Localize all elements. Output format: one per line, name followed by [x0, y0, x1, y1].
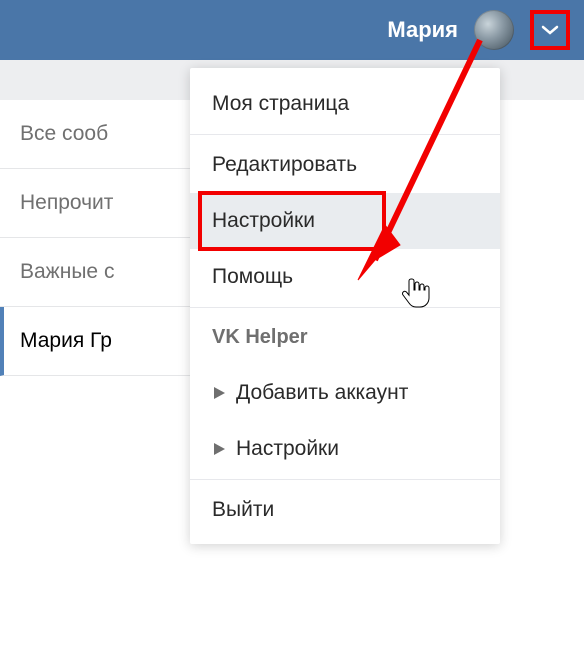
header-username: Мария	[387, 17, 458, 43]
menu-label: Добавить аккаунт	[236, 381, 408, 405]
menu-logout[interactable]: Выйти	[190, 482, 500, 538]
menu-label: Редактировать	[212, 153, 357, 177]
sidebar-item-maria[interactable]: Мария Гр	[0, 307, 200, 376]
sidebar-item-unread[interactable]: Непрочит	[0, 169, 200, 238]
play-icon	[212, 442, 226, 456]
sidebar-item-all[interactable]: Все сооб	[0, 100, 200, 169]
header-user-area[interactable]: Мария	[387, 10, 570, 50]
menu-section-vkhelper: VK Helper	[190, 310, 500, 365]
menu-separator	[190, 479, 500, 480]
menu-separator	[190, 134, 500, 135]
menu-label: Настройки	[236, 437, 339, 461]
menu-label: Настройки	[212, 209, 315, 233]
play-icon	[212, 386, 226, 400]
menu-settings[interactable]: Настройки	[190, 193, 500, 249]
menu-edit[interactable]: Редактировать	[190, 137, 500, 193]
menu-vk-settings[interactable]: Настройки	[190, 421, 500, 477]
menu-label: VK Helper	[212, 326, 308, 349]
menu-add-account[interactable]: Добавить аккаунт	[190, 365, 500, 421]
menu-separator	[190, 307, 500, 308]
header-bar: Мария	[0, 0, 584, 60]
dropdown-toggle[interactable]	[530, 10, 570, 50]
avatar	[474, 10, 514, 50]
menu-help[interactable]: Помощь	[190, 249, 500, 305]
menu-label: Моя страница	[212, 92, 349, 116]
menu-my-page[interactable]: Моя страница	[190, 76, 500, 132]
menu-label: Выйти	[212, 498, 274, 522]
user-dropdown: Моя страница Редактировать Настройки Пом…	[190, 68, 500, 544]
chevron-down-icon	[541, 24, 559, 36]
menu-label: Помощь	[212, 265, 293, 289]
sidebar-item-important[interactable]: Важные с	[0, 238, 200, 307]
sidebar-tabs: Все сооб Непрочит Важные с Мария Гр	[0, 100, 200, 376]
